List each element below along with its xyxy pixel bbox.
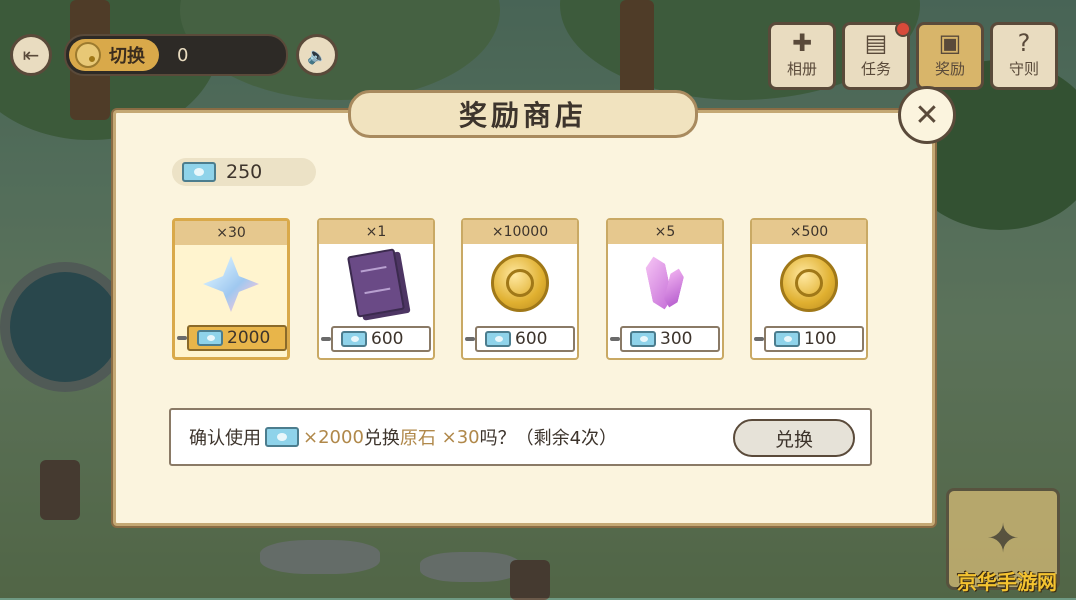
switch-label: 切换 <box>109 46 145 67</box>
confirm-middle: 兑换 <box>363 428 400 449</box>
dialog-title: 奖励商店 <box>458 99 587 132</box>
item-price: 600 <box>321 326 431 352</box>
item-quantity: ×5 <box>608 220 722 244</box>
currency-bar: 切换 0 <box>64 34 288 76</box>
currency-value: 0 <box>177 44 189 66</box>
item-quantity: ×500 <box>752 220 866 244</box>
puzzle-icon: ✚ <box>791 29 813 57</box>
shop-item-book[interactable]: ×1 600 <box>317 218 435 360</box>
ticket-icon <box>265 427 299 447</box>
close-button[interactable]: ✕ <box>898 86 956 144</box>
switch-button[interactable]: 切换 <box>69 39 159 71</box>
reward-label: 奖励 <box>934 60 965 78</box>
purple-book-icon <box>346 248 406 318</box>
primogem-star-icon <box>203 256 259 312</box>
ticket-icon <box>485 331 511 347</box>
album-label: 相册 <box>786 60 817 78</box>
confirm-item-qty: ×30 <box>435 426 480 448</box>
item-quantity: ×30 <box>175 221 287 245</box>
mora-coin-icon <box>491 254 549 312</box>
purple-crystal-icon <box>645 254 685 312</box>
balance-value: 250 <box>226 161 263 183</box>
price-value: 300 <box>660 329 693 349</box>
shop-item-primogem[interactable]: ×30 2000 <box>172 218 290 360</box>
ticket-icon <box>341 331 367 347</box>
exchange-button[interactable]: 兑换 <box>733 419 855 457</box>
back-button[interactable]: ⇤ <box>10 34 52 76</box>
item-price: 2000 <box>177 325 287 351</box>
mora-coin-icon <box>780 254 838 312</box>
album-button[interactable]: ✚ 相册 <box>768 22 836 90</box>
sound-button[interactable]: 🔈 <box>296 34 338 76</box>
magic-wand-icon: ✦ <box>986 516 1020 562</box>
item-price: 600 <box>465 326 575 352</box>
watermark: 京华手游网 <box>957 570 1057 594</box>
confirm-suffix: 吗？（剩余4次） <box>479 428 618 449</box>
item-quantity: ×10000 <box>463 220 577 244</box>
task-label: 任务 <box>860 60 891 78</box>
shop-item-mora-large[interactable]: ×10000 600 <box>461 218 579 360</box>
reward-button[interactable]: ▣ 奖励 <box>916 22 984 90</box>
shop-item-mora-small[interactable]: ×500 100 <box>750 218 868 360</box>
notification-dot <box>895 21 911 37</box>
price-value: 100 <box>804 329 837 349</box>
rules-button[interactable]: ? 守则 <box>990 22 1058 90</box>
close-icon: ✕ <box>914 97 940 133</box>
task-button[interactable]: ▤ 任务 <box>842 21 911 90</box>
price-value: 600 <box>515 329 548 349</box>
ticket-icon <box>197 330 223 346</box>
ticket-icon <box>630 331 656 347</box>
confirm-cost: ×2000 <box>303 426 364 448</box>
ticket-balance: 250 <box>172 158 316 186</box>
confirm-item-name: 原石 <box>399 428 436 449</box>
rules-label: 守则 <box>1008 60 1039 78</box>
coin-icon <box>75 42 101 68</box>
shop-item-crystal[interactable]: ×5 300 <box>606 218 724 360</box>
exit-arrow-icon: ⇤ <box>22 43 40 67</box>
speaker-icon: 🔈 <box>307 45 327 65</box>
price-value: 600 <box>371 329 404 349</box>
dialog-title-banner: 奖励商店 <box>348 90 698 138</box>
question-icon: ? <box>1017 29 1031 57</box>
item-price: 300 <box>610 326 720 352</box>
gift-basket-icon: ▣ <box>938 29 962 57</box>
exchange-label: 兑换 <box>774 428 813 451</box>
confirm-prefix: 确认使用 <box>189 428 261 449</box>
item-quantity: ×1 <box>319 220 433 244</box>
ticket-icon <box>182 162 216 182</box>
price-value: 2000 <box>227 328 271 348</box>
ticket-icon <box>774 331 800 347</box>
item-price: 100 <box>754 326 864 352</box>
